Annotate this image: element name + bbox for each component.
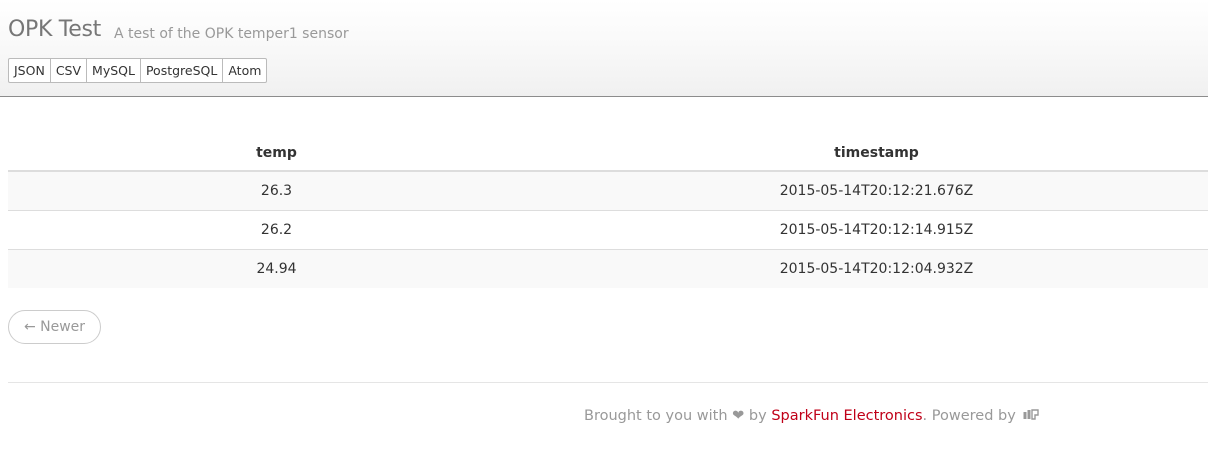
table-row: 26.3 2015-05-14T20:12:21.676Z: [8, 171, 1208, 211]
cell-temp: 24.94: [8, 249, 545, 288]
table-row: 24.94 2015-05-14T20:12:04.932Z: [8, 249, 1208, 288]
footer-credits: Brought to you with ❤ by SparkFun Electr…: [584, 408, 1040, 424]
sparkfun-link[interactable]: SparkFun Electronics: [771, 408, 922, 424]
cell-temp: 26.3: [8, 171, 545, 211]
export-json-button[interactable]: JSON: [9, 59, 51, 82]
cell-timestamp: 2015-05-14T20:12:14.915Z: [545, 210, 1208, 250]
table-header-row: temp timestamp: [8, 135, 1208, 172]
newer-page-button[interactable]: ← Newer: [8, 310, 101, 344]
column-header-timestamp: timestamp: [545, 135, 1208, 172]
export-csv-button[interactable]: CSV: [51, 59, 88, 82]
export-atom-button[interactable]: Atom: [223, 59, 266, 82]
page-title: OPK Test: [8, 17, 101, 42]
data-table: temp timestamp 26.3 2015-05-14T20:12:21.…: [8, 135, 1208, 288]
footer-divider: [8, 382, 1208, 383]
export-format-group: JSON CSV MySQL PostgreSQL Atom: [8, 58, 268, 83]
footer-powered-by: . Powered by: [922, 408, 1016, 424]
phant-logo-icon[interactable]: [1023, 408, 1040, 424]
export-mysql-button[interactable]: MySQL: [87, 59, 141, 82]
cell-timestamp: 2015-05-14T20:12:21.676Z: [545, 171, 1208, 211]
heart-icon: ❤: [732, 408, 745, 424]
column-header-temp: temp: [8, 135, 545, 172]
export-postgresql-button[interactable]: PostgreSQL: [141, 59, 224, 82]
page-subtitle: A test of the OPK temper1 sensor: [114, 26, 349, 42]
footer-by: by: [748, 408, 767, 424]
page-header: OPK Test A test of the OPK temper1 senso…: [0, 0, 1208, 97]
footer-prefix: Brought to you with: [584, 408, 728, 424]
table-row: 26.2 2015-05-14T20:12:14.915Z: [8, 210, 1208, 250]
cell-temp: 26.2: [8, 210, 545, 250]
cell-timestamp: 2015-05-14T20:12:04.932Z: [545, 249, 1208, 288]
